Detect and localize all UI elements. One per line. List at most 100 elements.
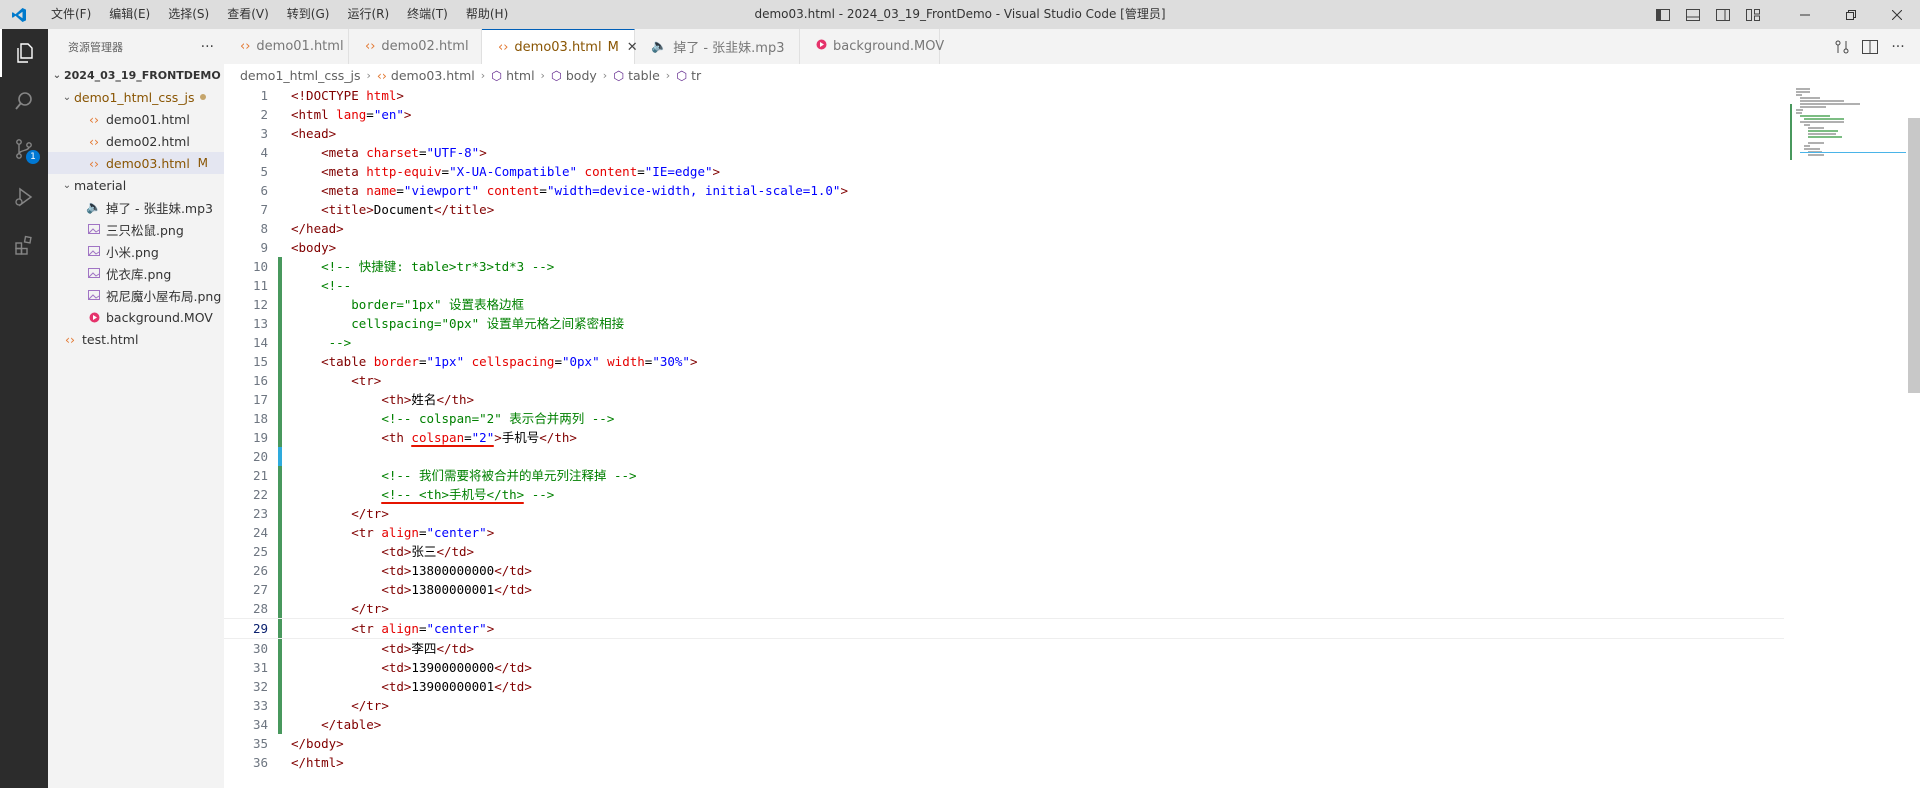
split-editor-icon[interactable]: [1856, 39, 1884, 54]
code-line[interactable]: 34 </table>: [224, 715, 1784, 734]
folder-material[interactable]: ⌄ material: [48, 174, 224, 196]
code-line[interactable]: 35 </body>: [224, 734, 1784, 753]
tab-demo01[interactable]: ‹› demo01.html: [224, 29, 349, 64]
code-line[interactable]: 24 <tr align="center">: [224, 523, 1784, 542]
open-changes-icon[interactable]: [1828, 39, 1856, 55]
menu-go[interactable]: 转到(G): [278, 0, 339, 29]
menu-file[interactable]: 文件(F): [42, 0, 100, 29]
extensions-icon[interactable]: [0, 221, 48, 269]
file-mov[interactable]: background.MOV: [48, 306, 224, 328]
code-text: <title>Document</title>: [321, 202, 495, 217]
menu-edit[interactable]: 编辑(E): [100, 0, 159, 29]
menu-view[interactable]: 查看(V): [218, 0, 278, 29]
more-actions-icon[interactable]: ···: [201, 39, 214, 55]
code-line[interactable]: 18 <!-- colspan="2" 表示合并两列 -->: [224, 409, 1784, 428]
code-line[interactable]: 12 border="1px" 设置表格边框: [224, 295, 1784, 314]
code-line[interactable]: 17 <th>姓名</th>: [224, 390, 1784, 409]
breadcrumb-folder[interactable]: demo1_html_css_js: [240, 68, 361, 83]
minimap[interactable]: [1790, 86, 1910, 206]
menu-terminal[interactable]: 终端(T): [398, 0, 457, 29]
toggle-secondary-sidebar-icon[interactable]: [1708, 0, 1738, 29]
html-file-icon: ‹›: [89, 133, 99, 149]
code-line[interactable]: 33 </tr>: [224, 696, 1784, 715]
code-line[interactable]: 16 <tr>: [224, 371, 1784, 390]
line-number: 8: [260, 221, 268, 236]
search-icon[interactable]: [0, 77, 48, 125]
code-text: </tr>: [351, 601, 389, 616]
code-line[interactable]: 23 </tr>: [224, 504, 1784, 523]
tab-mp3[interactable]: 🔈 掉了 - 张韭妹.mp3: [635, 29, 800, 64]
code-line[interactable]: 27 <td>13800000001</td>: [224, 580, 1784, 599]
code-line[interactable]: 14 -->: [224, 333, 1784, 352]
file-demo03[interactable]: ‹› demo03.html M: [48, 152, 224, 174]
file-png-4[interactable]: 祝尼魔小屋布局.png: [48, 284, 224, 306]
breadcrumb-html[interactable]: html: [506, 68, 534, 83]
code-line[interactable]: 6 <meta name="viewport" content="width=d…: [224, 181, 1784, 200]
html-file-icon: ‹›: [65, 331, 75, 347]
scrollbar-thumb[interactable]: [1908, 118, 1920, 393]
more-actions-icon[interactable]: ···: [1884, 39, 1912, 55]
code-text: <meta http-equiv="X-UA-Compatible" conte…: [321, 164, 721, 179]
code-line[interactable]: 20: [224, 447, 1784, 466]
code-text: <body>: [291, 240, 337, 255]
file-demo02[interactable]: ‹› demo02.html: [48, 130, 224, 152]
menu-help[interactable]: 帮助(H): [457, 0, 517, 29]
file-mp3[interactable]: 🔈 掉了 - 张韭妹.mp3: [48, 196, 224, 218]
file-png-2[interactable]: 小米.png: [48, 240, 224, 262]
customize-layout-icon[interactable]: [1738, 0, 1768, 29]
explorer-icon[interactable]: [0, 29, 48, 77]
code-line[interactable]: 25 <td>张三</td>: [224, 542, 1784, 561]
breadcrumb-file[interactable]: demo03.html: [391, 68, 475, 83]
code-line[interactable]: 4 <meta charset="UTF-8">: [224, 143, 1784, 162]
file-test[interactable]: ‹› test.html: [48, 328, 224, 350]
file-png-3[interactable]: 优衣库.png: [48, 262, 224, 284]
code-line[interactable]: 1 <!DOCTYPE html>: [224, 86, 1784, 105]
file-png-1[interactable]: 三只松鼠.png: [48, 218, 224, 240]
code-line[interactable]: 9 <body>: [224, 238, 1784, 257]
source-control-icon[interactable]: 1: [0, 125, 48, 173]
folder-demo1[interactable]: ⌄ demo1_html_css_js: [48, 86, 224, 108]
code-editor[interactable]: 1 <!DOCTYPE html> 2 <html lang="en"> 3 <head>…: [224, 86, 1784, 772]
code-line[interactable]: 13 cellspacing="0px" 设置单元格之间紧密相接: [224, 314, 1784, 333]
code-line[interactable]: 5 <meta http-equiv="X-UA-Compatible" con…: [224, 162, 1784, 181]
workspace-root[interactable]: ⌄ 2024_03_19_FRONTDEMO: [48, 64, 224, 86]
code-line[interactable]: 30 <td>李四</td>: [224, 639, 1784, 658]
toggle-panel-icon[interactable]: [1678, 0, 1708, 29]
toggle-primary-sidebar-icon[interactable]: [1648, 0, 1678, 29]
code-line[interactable]: 36 </html>: [224, 753, 1784, 772]
menu-run[interactable]: 运行(R): [338, 0, 398, 29]
line-number: 28: [252, 601, 268, 616]
minimize-icon[interactable]: [1782, 0, 1828, 29]
code-line[interactable]: 3 <head>: [224, 124, 1784, 143]
tab-mov[interactable]: background.MOV: [800, 29, 944, 64]
breadcrumb-table[interactable]: table: [628, 68, 660, 83]
restore-icon[interactable]: [1828, 0, 1874, 29]
code-line[interactable]: 28 </tr>: [224, 599, 1784, 618]
code-line[interactable]: 11 <!--: [224, 276, 1784, 295]
code-line[interactable]: 15 <table border="1px" cellspacing="0px"…: [224, 352, 1784, 371]
tab-demo03[interactable]: ‹› demo03.html M ✕: [482, 29, 638, 64]
line-number: 11: [252, 278, 268, 293]
code-line[interactable]: 7 <title>Document</title>: [224, 200, 1784, 219]
file-demo01[interactable]: ‹› demo01.html: [48, 108, 224, 130]
close-window-icon[interactable]: [1874, 0, 1920, 29]
code-line[interactable]: 29 <tr align="center">: [224, 618, 1784, 639]
chevron-right-icon: ›: [665, 68, 671, 82]
code-line[interactable]: 8 </head>: [224, 219, 1784, 238]
git-gutter-marker: [278, 352, 282, 371]
code-line[interactable]: 32 <td>13900000001</td>: [224, 677, 1784, 696]
code-line[interactable]: 21 <!-- 我们需要将被合并的单元列注释掉 -->: [224, 466, 1784, 485]
code-line[interactable]: 26 <td>13800000000</td>: [224, 561, 1784, 580]
git-gutter-marker: [278, 504, 282, 523]
menu-selection[interactable]: 选择(S): [159, 0, 218, 29]
code-line[interactable]: 10 <!-- 快捷键: table>tr*3>td*3 -->: [224, 257, 1784, 276]
git-gutter-marker: [278, 333, 282, 352]
tab-demo02[interactable]: ‹› demo02.html: [349, 29, 482, 64]
line-number: 23: [252, 506, 268, 521]
breadcrumb-body[interactable]: body: [566, 68, 597, 83]
breadcrumb-tr[interactable]: tr: [691, 68, 701, 83]
run-debug-icon[interactable]: [0, 173, 48, 221]
code-line[interactable]: 2 <html lang="en">: [224, 105, 1784, 124]
git-gutter-marker: [278, 371, 282, 390]
code-line[interactable]: 31 <td>13900000000</td>: [224, 658, 1784, 677]
